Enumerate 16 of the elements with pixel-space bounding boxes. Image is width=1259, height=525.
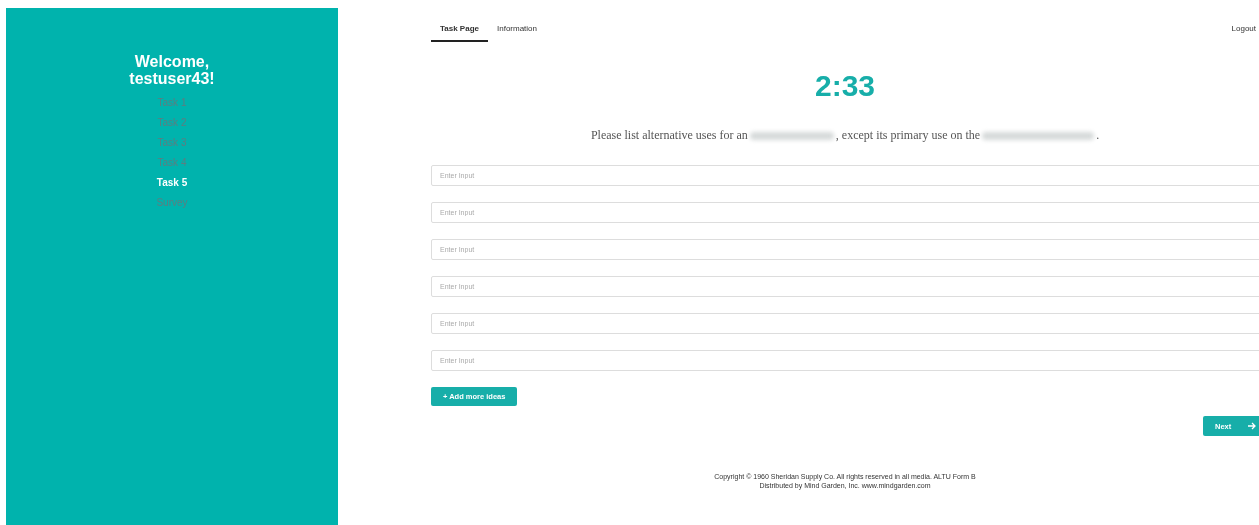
sidebar-item[interactable]: Task 3 [157, 133, 187, 153]
logout-link[interactable]: Logout [1231, 23, 1259, 33]
sidebar-item[interactable]: Task 4 [157, 153, 187, 173]
sidebar-item[interactable]: Task 1 [157, 93, 187, 113]
welcome-heading: Welcome, [133, 53, 211, 70]
prompt-text: . [1096, 128, 1100, 143]
sidebar-item[interactable]: Task 5 [156, 173, 188, 193]
sidebar-item[interactable]: Task 2 [157, 113, 187, 133]
tab[interactable]: Information [488, 14, 546, 42]
countdown-timer: 2:33 [813, 69, 876, 103]
arrow-icon [1248, 422, 1256, 430]
prompt-text: Please list alternative uses for an [590, 128, 748, 143]
sidebar-item[interactable]: Survey [156, 193, 188, 213]
tab[interactable]: Task Page [431, 14, 488, 42]
username: testuser43! [129, 70, 215, 87]
prompt-text: , except its primary use on the [835, 128, 981, 143]
